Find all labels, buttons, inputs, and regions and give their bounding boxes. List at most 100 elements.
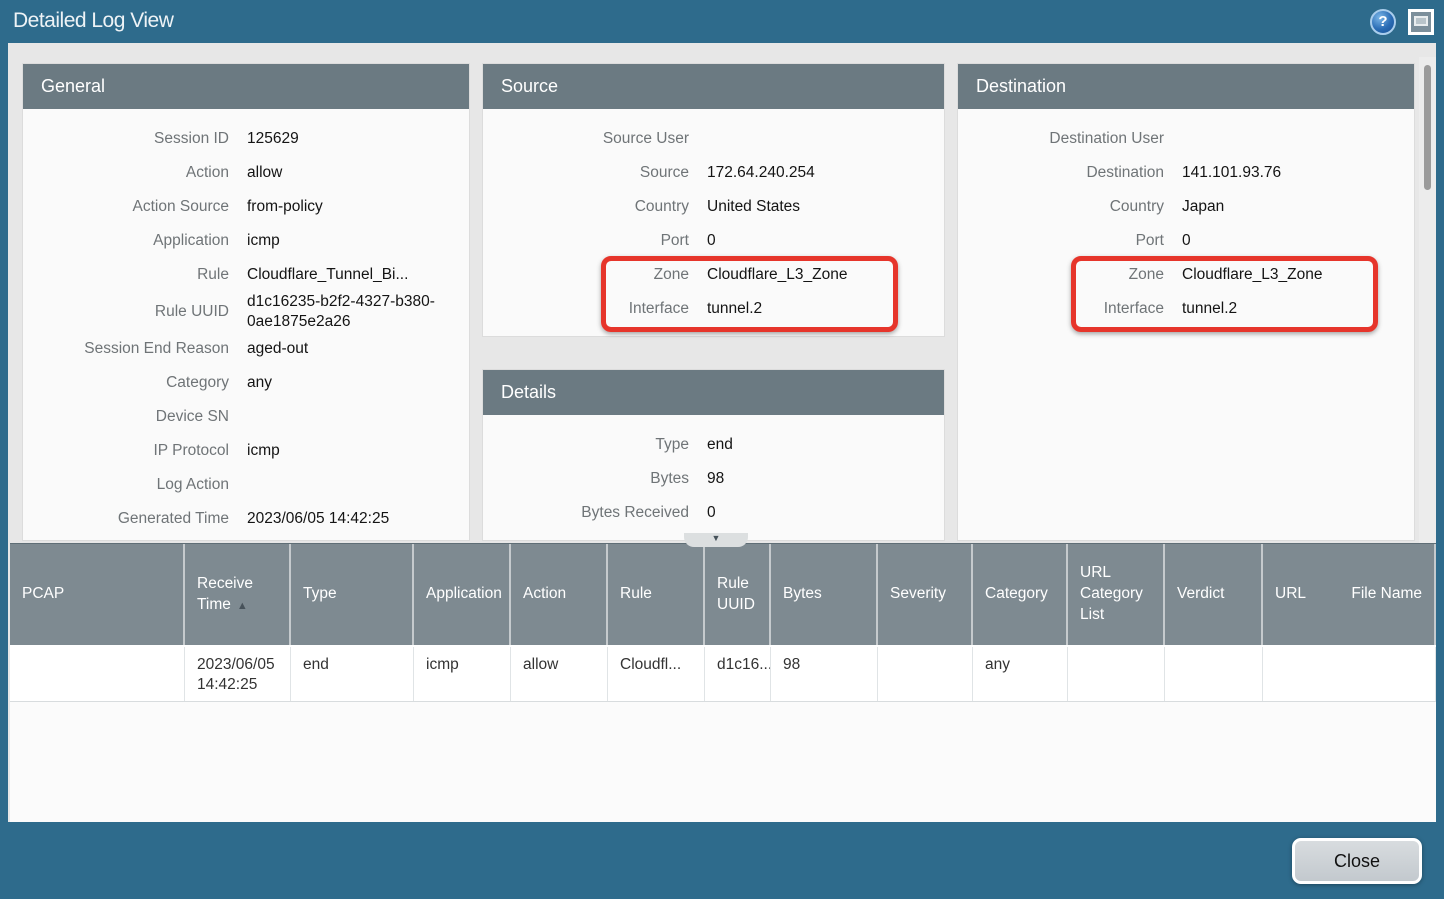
column-header[interactable]: Type [291,544,414,645]
column-header[interactable]: URL [1263,544,1339,645]
field-row: Log Action [33,468,459,502]
field-label: Session End Reason [33,340,229,358]
general-panel-title: General [23,64,469,109]
column-header[interactable]: URL Category List [1068,544,1165,645]
field-label: Session ID [33,130,229,148]
destination-panel-body: Destination User Destination 141.101.93.… [958,109,1414,326]
field-label: Log Action [33,476,229,494]
field-value: aged-out [247,339,308,359]
source-panel-title: Source [483,64,944,109]
field-row: Country United States [493,190,934,224]
general-panel: General Session ID 125629 Action allow [22,63,470,541]
column-header-label: Verdict [1177,585,1224,602]
column-header[interactable]: Category [973,544,1068,645]
field-label: Rule [33,266,229,284]
column-header[interactable]: Rule UUID [705,544,771,645]
field-value: end [707,435,733,455]
table-cell [878,647,973,701]
source-rows: Source User Source 172.64.240.254 Countr… [493,122,934,258]
table-cell: 98 [771,647,878,701]
field-value: United States [707,197,800,217]
field-row: Device SN [33,400,459,434]
column-header[interactable]: File Name [1339,544,1436,645]
field-value: Cloudflare_L3_Zone [1182,265,1322,285]
field-value: 0 [707,231,716,251]
field-label: Type [493,436,689,454]
column-header-label: Rule [620,585,652,602]
close-button[interactable]: Close [1292,838,1422,884]
field-label: Bytes [493,470,689,488]
column-header[interactable]: Severity [878,544,973,645]
column-header[interactable]: Rule [608,544,705,645]
field-value: Cloudflare_L3_Zone [707,265,847,285]
table-row[interactable]: 2023/06/05 14:42:25 end icmp allow Cloud… [10,645,1436,702]
field-value: 98 [707,469,724,489]
field-row: Zone Cloudflare_L3_Zone [968,258,1404,292]
log-table-header: PCAP Receive Time▲ Type [10,543,1436,645]
field-row: Action Source from-policy [33,190,459,224]
column-header[interactable]: Verdict [1165,544,1263,645]
field-value: 125629 [247,129,299,149]
field-value: from-policy [247,197,323,217]
field-row: Session ID 125629 [33,122,459,156]
scrollbar[interactable] [1419,57,1436,543]
field-row: Interface tunnel.2 [493,292,934,326]
chevron-down-icon: ▼ [684,533,748,544]
destination-panel-title: Destination [958,64,1414,109]
general-rows: Session ID 125629 Action allow Action So… [33,122,459,536]
field-value: 0 [1182,231,1191,251]
table-cell: 2023/06/05 14:42:25 [185,647,291,701]
column-header[interactable]: PCAP [10,544,185,645]
column-header-label: Type [303,585,337,602]
source-panel: Source Source User Source 172.64.240.254 [482,63,945,337]
field-label: Zone [968,266,1164,284]
field-row: Country Japan [968,190,1404,224]
table-cell: allow [511,647,608,701]
log-table: ▼ PCAP Receive Time▲ Type [8,543,1436,822]
table-cell [1068,647,1165,701]
source-highlighted-rows: Zone Cloudflare_L3_Zone Interface tunnel… [493,258,934,326]
column-header[interactable]: Receive Time▲ [185,544,291,645]
field-label: Zone [493,266,689,284]
field-label: Source User [493,130,689,148]
field-row: Port 0 [493,224,934,258]
column-header[interactable]: Bytes [771,544,878,645]
dialog-title: Detailed Log View [13,9,173,33]
table-cell: any [973,647,1068,701]
field-label: Port [493,232,689,250]
field-label: Category [33,374,229,392]
column-header-label: Bytes [783,585,822,602]
table-cell [10,647,185,701]
window-icon[interactable] [1408,9,1434,35]
field-row: Generated Time 2023/06/05 14:42:25 [33,502,459,536]
scrollbar-thumb[interactable] [1424,65,1431,190]
sort-asc-icon: ▲ [237,600,248,612]
field-row: Source 172.64.240.254 [493,156,934,190]
details-panel-body: Type end Bytes 98 Bytes Received 0 [483,415,944,530]
column-header[interactable]: Action [511,544,608,645]
field-label: Country [968,198,1164,216]
column-header-label: PCAP [22,585,64,602]
field-row: Rule Cloudflare_Tunnel_Bi... [33,258,459,292]
collapse-table-handle[interactable]: ▼ [684,533,748,547]
source-panel-body: Source User Source 172.64.240.254 Countr… [483,109,944,326]
field-row: Bytes Received 0 [493,496,934,530]
field-label: Action [33,164,229,182]
details-panel-title: Details [483,370,944,415]
field-row: Bytes 98 [493,462,934,496]
window-icon-glyph [1414,16,1428,26]
field-value: Japan [1182,197,1224,217]
field-row: Category any [33,366,459,400]
titlebar: Detailed Log View ? [0,0,1444,43]
help-icon[interactable]: ? [1370,9,1396,35]
field-value: 141.101.93.76 [1182,163,1281,183]
field-value: 0 [707,503,716,523]
field-label: Interface [968,300,1164,318]
table-cell: end [291,647,414,701]
field-label: Device SN [33,408,229,426]
column-header[interactable]: Application [414,544,511,645]
table-cell [1417,647,1436,701]
field-label: Source [493,164,689,182]
field-value: 2023/06/05 14:42:25 [247,509,389,529]
field-row: Destination 141.101.93.76 [968,156,1404,190]
